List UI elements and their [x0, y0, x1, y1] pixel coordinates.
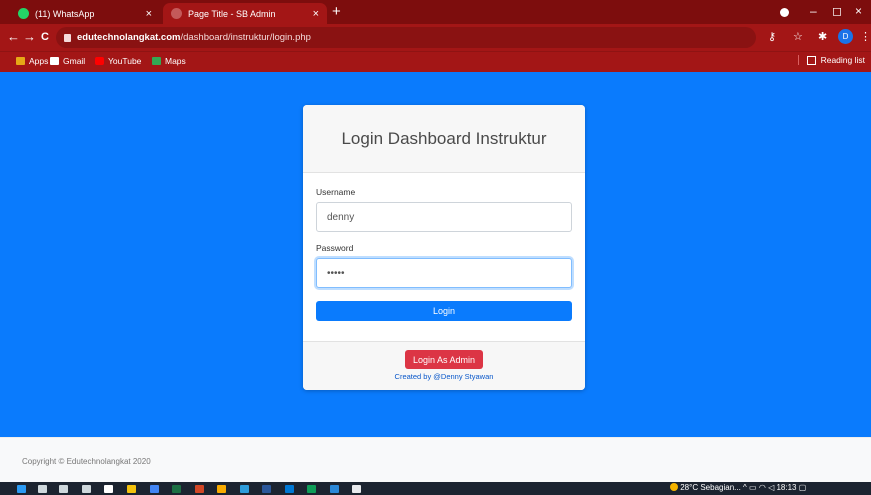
- login-button[interactable]: Login: [316, 301, 572, 321]
- url-host: edutechnolangkat.com: [77, 32, 181, 43]
- password-input[interactable]: [316, 258, 572, 288]
- system-tray: 28°C Sebagian... ^ ▭ ◠ ◁ 18:13 ▢: [670, 483, 806, 492]
- tab-sb-admin[interactable]: Page Title - SB Admin ×: [163, 3, 327, 24]
- bookmark-label: YouTube: [108, 56, 142, 66]
- page-footer: Copyright © Edutechnolangkat 2020: [0, 437, 871, 482]
- bookmark-label: Apps: [29, 56, 49, 66]
- tab-whatsapp[interactable]: (11) WhatsApp ×: [10, 3, 160, 24]
- task-view-icon[interactable]: [59, 485, 68, 493]
- weather-text[interactable]: 28°C Sebagian...: [680, 483, 741, 492]
- apps-grid-icon: [16, 57, 25, 65]
- excel-icon[interactable]: [172, 485, 181, 493]
- bookmark-label: Gmail: [63, 56, 86, 66]
- reading-list-icon: [806, 55, 816, 65]
- powerpoint-icon[interactable]: [195, 485, 204, 493]
- maximize-button[interactable]: ◻: [832, 4, 842, 18]
- whatsapp-icon: [18, 8, 29, 19]
- address-bar[interactable]: edutechnolangkat.com /dashboard/instrukt…: [56, 27, 756, 48]
- tab-close-icon[interactable]: ×: [313, 8, 319, 20]
- clock[interactable]: 18:13: [776, 483, 796, 492]
- url-path: /dashboard/instruktur/login.php: [180, 32, 311, 43]
- forward-button[interactable]: →: [23, 29, 36, 45]
- bookmark-apps[interactable]: Apps: [16, 56, 48, 66]
- bookmarks-bar: Apps Gmail YouTube Maps Reading list: [0, 51, 871, 72]
- chrome-icon[interactable]: [150, 485, 159, 493]
- tab-close-icon[interactable]: ×: [146, 8, 152, 20]
- windows-start-icon[interactable]: [17, 485, 26, 493]
- gmail-icon: [50, 57, 59, 65]
- lock-icon: [64, 33, 71, 42]
- edge-icon[interactable]: [307, 485, 316, 493]
- chevron-up-icon[interactable]: ^: [743, 483, 747, 492]
- word-icon[interactable]: [262, 485, 271, 493]
- new-tab-button[interactable]: +: [332, 3, 341, 21]
- minimize-button[interactable]: –: [810, 4, 817, 18]
- puzzle-icon[interactable]: ✱: [818, 30, 827, 43]
- todo-icon[interactable]: [240, 485, 249, 493]
- bookmark-youtube[interactable]: YouTube: [95, 56, 141, 66]
- reading-list-button[interactable]: Reading list: [797, 55, 865, 65]
- key-icon[interactable]: ⚷: [768, 30, 776, 43]
- bookmark-maps[interactable]: Maps: [152, 56, 186, 66]
- login-heading: Login Dashboard Instruktur: [341, 128, 547, 148]
- login-as-admin-button[interactable]: Login As Admin: [404, 350, 484, 369]
- star-icon[interactable]: ☆: [793, 30, 803, 43]
- page-background: Login Dashboard Instruktur Username Pass…: [0, 72, 871, 437]
- bookmark-label: Maps: [165, 56, 186, 66]
- login-card: Login Dashboard Instruktur Username Pass…: [303, 105, 585, 390]
- globe-icon: [171, 8, 182, 19]
- credit-link[interactable]: Created by @Denny Styawan: [303, 372, 585, 381]
- store-icon[interactable]: [104, 485, 113, 493]
- chrome-active-icon[interactable]: [352, 485, 361, 493]
- username-label: Username: [316, 187, 356, 197]
- reading-list-label: Reading list: [820, 55, 865, 65]
- tab-title: Page Title - SB Admin: [188, 8, 276, 19]
- toolbar: ← → C edutechnolangkat.com /dashboard/in…: [0, 24, 871, 51]
- copyright-text: Copyright © Edutechnolangkat 2020: [22, 457, 151, 466]
- weather-icon[interactable]: [670, 483, 678, 491]
- file-explorer-icon[interactable]: [127, 485, 136, 493]
- battery-icon[interactable]: ▭: [749, 483, 757, 492]
- taskbar: 28°C Sebagian... ^ ▭ ◠ ◁ 18:13 ▢: [0, 482, 871, 495]
- card-header: Login Dashboard Instruktur: [303, 105, 585, 173]
- password-label: Password: [316, 243, 354, 253]
- close-window-button[interactable]: ×: [855, 4, 862, 18]
- maps-icon: [152, 57, 161, 65]
- youtube-icon: [95, 57, 104, 65]
- folder-icon[interactable]: [217, 485, 226, 493]
- menu-icon[interactable]: ⋮: [860, 30, 871, 43]
- mail-icon[interactable]: [285, 485, 294, 493]
- widgets-icon[interactable]: [82, 485, 91, 493]
- bookmark-gmail[interactable]: Gmail: [50, 56, 85, 66]
- back-button[interactable]: ←: [7, 29, 20, 45]
- search-icon[interactable]: [38, 485, 47, 493]
- card-footer: Login As Admin Created by @Denny Styawan: [303, 341, 585, 390]
- tab-title: (11) WhatsApp: [35, 8, 95, 19]
- outlook-icon[interactable]: [330, 485, 339, 493]
- volume-icon[interactable]: ◁: [768, 483, 774, 492]
- wifi-icon[interactable]: ◠: [759, 483, 766, 492]
- card-body: Username Password Login: [303, 173, 585, 341]
- username-input[interactable]: [316, 202, 572, 232]
- extension-record-icon[interactable]: [780, 8, 789, 17]
- profile-avatar[interactable]: D: [838, 29, 853, 44]
- reload-button[interactable]: C: [41, 29, 49, 45]
- notification-icon[interactable]: ▢: [799, 483, 807, 492]
- tab-strip: (11) WhatsApp × Page Title - SB Admin × …: [0, 0, 871, 24]
